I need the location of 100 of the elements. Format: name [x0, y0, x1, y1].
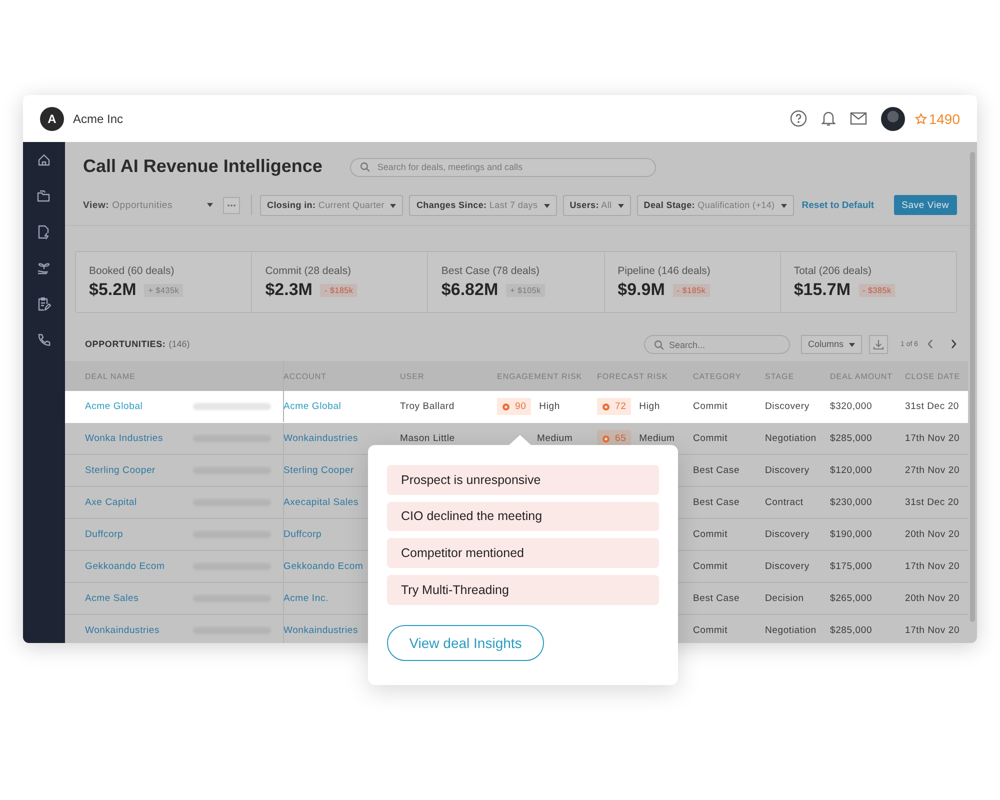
column-header: CATEGORY	[693, 361, 765, 391]
card-amount: $5.2M	[89, 280, 136, 300]
columns-dropdown[interactable]: Columns	[800, 334, 862, 354]
risk-score-badge: 72	[597, 398, 632, 415]
account-link[interactable]: Duffcorp	[284, 529, 322, 540]
change-badge: + $435k	[144, 284, 184, 296]
amount-text: $120,000	[830, 465, 872, 476]
column-header: DEAL NAME	[65, 361, 283, 391]
caret-icon	[206, 202, 212, 207]
plant-hand-icon[interactable]	[36, 260, 52, 276]
category-text: Best Case	[693, 465, 740, 476]
date-text: 17th Nov 20	[905, 625, 960, 636]
category-text: Best Case	[693, 497, 740, 508]
caret-icon	[544, 204, 550, 208]
clipboard-pen-icon[interactable]	[36, 296, 52, 312]
change-badge: - $185k	[672, 284, 710, 296]
category-text: Best Case	[693, 593, 740, 604]
folder-icon[interactable]	[36, 188, 52, 204]
stage-text: Discovery	[765, 401, 810, 412]
category-text: Commit	[693, 433, 728, 444]
stage-text: Negotiation	[765, 625, 816, 636]
amount-text: $230,000	[830, 497, 872, 508]
ellipsis-icon	[227, 204, 236, 206]
section-title: OPPORTUNITIES:	[85, 339, 166, 349]
change-badge: + $105k	[506, 284, 545, 296]
deal-link[interactable]: Sterling Cooper	[85, 465, 156, 476]
next-icon[interactable]	[950, 339, 957, 349]
previous-icon[interactable]	[927, 339, 934, 349]
account-link[interactable]: Sterling Cooper	[284, 465, 354, 476]
stage-text: Discovery	[765, 529, 810, 540]
date-text: 31st Dec 20	[905, 497, 959, 508]
category-text: Commit	[693, 529, 728, 540]
column-header: DEAL AMOUNT	[830, 361, 905, 391]
card-amount: $2.3M	[265, 280, 312, 300]
download-button[interactable]	[869, 334, 888, 354]
deal-link[interactable]: Wonkaindustries	[85, 625, 160, 636]
amount-text: $190,000	[830, 529, 872, 540]
company-name: Acme Inc	[73, 112, 124, 126]
mail-icon[interactable]	[850, 112, 867, 125]
phone-icon[interactable]	[36, 332, 52, 348]
bell-icon[interactable]	[820, 110, 836, 127]
caret-icon	[780, 204, 787, 208]
filter-dropdown[interactable]: Users: All	[562, 194, 631, 216]
search-icon	[360, 162, 370, 172]
user-name: Mason Little	[400, 433, 455, 444]
amount-text: $265,000	[830, 593, 872, 604]
stage-text: Discovery	[765, 465, 810, 476]
deal-link[interactable]: Wonka Industries	[85, 433, 164, 444]
help-icon[interactable]	[790, 110, 807, 127]
deal-link[interactable]: Axe Capital	[85, 497, 137, 508]
column-header: ACCOUNT	[283, 361, 400, 391]
change-badge: - $385k	[858, 284, 896, 296]
date-text: 20th Nov 20	[905, 529, 960, 540]
card-label: Total (206 deals)	[794, 265, 872, 277]
card-label: Commit (28 deals)	[265, 265, 352, 277]
page-title: Call AI Revenue Intelligence	[83, 156, 322, 177]
filter-dropdown[interactable]: Closing in: Current Quarter	[260, 194, 404, 216]
account-link[interactable]: Wonkaindustries	[284, 625, 358, 636]
home-icon[interactable]	[36, 152, 52, 168]
account-link[interactable]: Acme Global	[284, 401, 342, 412]
company-logo: A	[40, 106, 64, 130]
table-search-field[interactable]: Search...	[644, 335, 790, 354]
account-link[interactable]: Axecapital Sales	[284, 497, 359, 508]
card-amount: $6.82M	[441, 280, 498, 300]
deal-link[interactable]: Gekkoando Ecom	[85, 561, 165, 572]
card-label: Pipeline (146 deals)	[618, 265, 712, 277]
insight-item: Competitor mentioned	[387, 538, 659, 568]
column-header: ENGAGEMENT RISK	[497, 361, 597, 391]
stage-text: Decision	[765, 593, 804, 604]
stage-text: Discovery	[765, 561, 810, 572]
deal-link[interactable]: Acme Global	[85, 401, 143, 412]
filter-dropdown[interactable]: Changes Since: Last 7 days	[409, 194, 557, 216]
column-header: CLOSE DATE	[905, 361, 968, 391]
amount-text: $285,000	[830, 625, 872, 636]
account-link[interactable]: Gekkoando Ecom	[284, 561, 364, 572]
search-field[interactable]: Search for deals, meetings and calls	[350, 158, 656, 176]
date-text: 31st Dec 20	[905, 401, 959, 412]
date-text: 27th Nov 20	[905, 465, 960, 476]
filter-dropdown[interactable]: Deal Stage: Qualification (+14)	[636, 194, 794, 216]
insight-item: CIO declined the meeting	[387, 502, 659, 532]
download-icon	[873, 338, 884, 350]
avatar[interactable]	[880, 106, 905, 130]
deal-link[interactable]: Acme Sales	[85, 593, 139, 604]
reset-link[interactable]: Reset to Default	[802, 200, 874, 210]
account-link[interactable]: Wonkaindustries	[284, 433, 358, 444]
risk-level: Medium	[537, 433, 573, 444]
card-amount: $15.7M	[794, 280, 851, 300]
deal-link[interactable]: Duffcorp	[85, 529, 124, 540]
view-insights-button[interactable]: View deal Insights	[387, 625, 544, 661]
search-icon	[654, 340, 664, 350]
risk-level: High	[639, 401, 660, 412]
caret-icon	[849, 342, 856, 347]
star-icon	[914, 112, 927, 124]
amount-text: $175,000	[830, 561, 872, 572]
user-name: Troy Ballard	[400, 401, 454, 412]
insight-item: Prospect is unresponsive	[387, 465, 659, 495]
account-link[interactable]: Acme Inc.	[284, 593, 328, 604]
view-dropdown[interactable]: View: Opportunities	[83, 200, 217, 210]
stage-text: Contract	[765, 497, 804, 508]
save-view-button[interactable]: Save View	[894, 195, 957, 215]
